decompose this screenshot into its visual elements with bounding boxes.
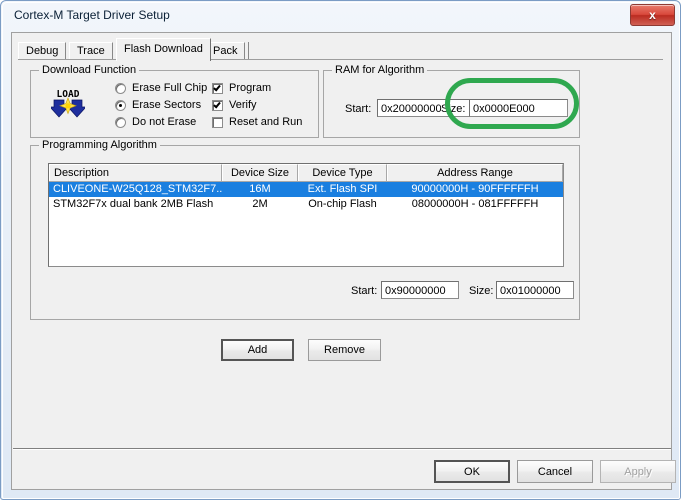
radio-erase-sectors[interactable]: Erase Sectors	[115, 99, 201, 111]
remove-button[interactable]: Remove	[308, 339, 381, 361]
radio-erase-full-chip-indicator[interactable]	[115, 82, 126, 94]
dialog-client-area: Debug Trace Flash Download Pack Download…	[11, 32, 676, 490]
table-row[interactable]: CLIVEONE-W25Q128_STM32F7... 16M Ext. Fla…	[49, 182, 563, 197]
radio-do-not-erase-indicator[interactable]	[115, 116, 126, 128]
download-function-title: Download Function	[39, 64, 140, 76]
programming-algorithm-title: Programming Algorithm	[39, 139, 160, 151]
column-header-description[interactable]: Description	[49, 164, 222, 181]
cell-description: CLIVEONE-W25Q128_STM32F7...	[53, 183, 222, 195]
column-header-device-type[interactable]: Device Type	[298, 164, 387, 181]
checkbox-verify-indicator[interactable]	[212, 99, 223, 111]
load-flash-icon: LOAD	[49, 85, 87, 119]
cell-device-type: On-chip Flash	[308, 198, 377, 210]
tab-trace[interactable]: Trace	[69, 42, 113, 60]
cancel-button[interactable]: Cancel	[517, 460, 593, 483]
ram-for-algorithm-group: RAM for Algorithm Start: 0x20000000 Size…	[323, 64, 580, 138]
table-header-row: Description Device Size Device Type Addr…	[49, 164, 563, 182]
checkbox-verify[interactable]: Verify	[212, 99, 257, 111]
programming-algorithm-table[interactable]: Description Device Size Device Type Addr…	[48, 163, 564, 267]
radio-do-not-erase[interactable]: Do not Erase	[115, 116, 196, 128]
ok-button[interactable]: OK	[434, 460, 510, 483]
cell-description: STM32F7x dual bank 2MB Flash	[53, 198, 214, 210]
cell-device-type: Ext. Flash SPI	[307, 183, 378, 195]
tab-strip: Debug Trace Flash Download Pack	[12, 38, 671, 61]
radio-erase-sectors-label: Erase Sectors	[132, 99, 202, 111]
checkbox-program-label: Program	[229, 82, 272, 94]
tab-flash-download[interactable]: Flash Download	[116, 38, 211, 61]
algorithm-start-field[interactable]: 0x90000000	[381, 281, 459, 299]
ram-start-label: Start:	[345, 103, 372, 115]
cell-device-size: 2M	[252, 198, 268, 210]
radio-do-not-erase-label: Do not Erase	[132, 116, 197, 128]
programming-algorithm-group: Programming Algorithm Description Device…	[30, 139, 580, 320]
checkbox-program-indicator[interactable]	[212, 82, 223, 94]
cell-address-range: 08000000H - 081FFFFFH	[411, 198, 539, 210]
checkbox-program[interactable]: Program	[212, 82, 271, 94]
window-title: Cortex-M Target Driver Setup	[14, 8, 170, 22]
titlebar[interactable]: Cortex-M Target Driver Setup x	[3, 3, 680, 29]
add-button[interactable]: Add	[221, 339, 294, 361]
cell-address-range: 90000000H - 90FFFFFFH	[411, 183, 539, 195]
tab-strip-end-divider	[248, 42, 249, 60]
radio-erase-sectors-indicator[interactable]	[115, 99, 126, 111]
checkbox-verify-label: Verify	[229, 99, 257, 111]
tab-debug[interactable]: Debug	[18, 42, 67, 60]
cell-device-size: 16M	[249, 183, 271, 195]
column-header-address-range[interactable]: Address Range	[387, 164, 563, 181]
algorithm-size-label: Size:	[469, 285, 494, 297]
checkbox-reset-and-run-label: Reset and Run	[229, 116, 303, 128]
table-row[interactable]: STM32F7x dual bank 2MB Flash 2M On-chip …	[49, 197, 563, 212]
footer-divider-highlight	[13, 449, 671, 450]
close-icon: x	[649, 8, 656, 22]
column-header-device-size[interactable]: Device Size	[222, 164, 298, 181]
checkbox-reset-and-run[interactable]: Reset and Run	[212, 116, 302, 128]
radio-erase-full-chip[interactable]: Erase Full Chip	[115, 82, 207, 94]
close-button[interactable]: x	[630, 4, 675, 26]
checkbox-reset-and-run-indicator[interactable]	[212, 116, 223, 128]
ram-for-algorithm-title: RAM for Algorithm	[332, 64, 428, 76]
apply-button: Apply	[600, 460, 676, 483]
ram-size-field[interactable]: 0x0000E000	[469, 99, 568, 117]
algorithm-size-field[interactable]: 0x01000000	[496, 281, 574, 299]
tab-content-top-border	[18, 59, 663, 60]
dialog-window: Cortex-M Target Driver Setup x Debug Tra…	[0, 0, 681, 500]
active-tab-gap	[117, 59, 206, 61]
radio-erase-full-chip-label: Erase Full Chip	[132, 82, 208, 94]
algorithm-start-label: Start:	[351, 285, 378, 297]
tab-pack[interactable]: Pack	[205, 42, 246, 60]
download-function-group: Download Function LOAD Erase Full Chip E…	[30, 64, 319, 138]
ram-size-label: Size:	[441, 103, 466, 115]
